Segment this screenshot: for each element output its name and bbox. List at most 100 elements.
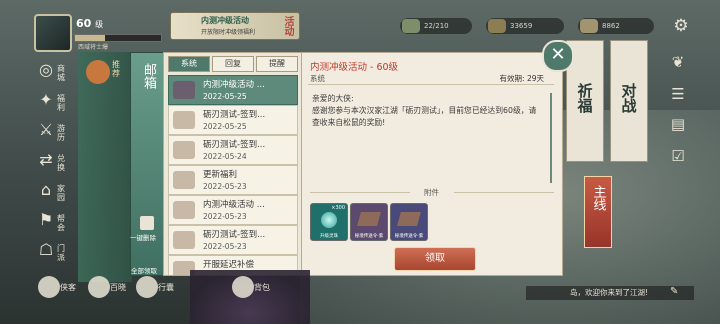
- stamina-icon: [402, 19, 420, 33]
- chat-ticker[interactable]: 岛，欢迎你来到了江湖!: [526, 286, 694, 300]
- player-level: 60 级: [76, 17, 104, 30]
- envelope-icon: [173, 81, 195, 99]
- stamina-counter[interactable]: 22/210: [400, 18, 472, 34]
- silver-icon: [580, 19, 598, 33]
- sect-icon[interactable]: ☖: [34, 238, 58, 262]
- attachment-count: ×300: [331, 205, 345, 211]
- left-decor-panel: [78, 52, 132, 282]
- event-banner[interactable]: 内测冲级活动 开放限时冲级领福利 活动: [170, 12, 300, 40]
- inventory-icon[interactable]: [232, 276, 254, 298]
- divider: [308, 84, 554, 85]
- envelope-icon: [173, 141, 195, 159]
- mail-date: 2022-05-25: [203, 122, 247, 131]
- envelope-icon: [173, 111, 195, 129]
- mail-subject: 开服延迟补偿: [203, 260, 255, 270]
- bottom-label-bag: 行囊: [158, 283, 174, 292]
- shop-icon[interactable]: ◎: [34, 58, 58, 82]
- delete-all-label: 一键删除: [130, 234, 156, 242]
- book-icon[interactable]: ▤: [668, 114, 688, 134]
- token-icon: [397, 212, 421, 226]
- bottom-label-hero: 侠客: [60, 283, 76, 292]
- player-exp-bar: [74, 34, 162, 42]
- attachment-name: 秘境传送令·紫: [394, 234, 424, 239]
- divider: [454, 192, 554, 193]
- tab-system[interactable]: 系统: [168, 56, 210, 72]
- envelope-icon: [173, 171, 195, 189]
- event-subtitle: 开放限时冲级领福利: [201, 29, 256, 36]
- banner-pray-label: 祈福: [575, 83, 594, 113]
- tab-remind[interactable]: 提醒: [256, 56, 298, 72]
- avatar[interactable]: [34, 14, 72, 52]
- mail-item-3[interactable]: 砺刃测试-签到... 2022-05-24: [168, 135, 298, 165]
- attachment-item-2[interactable]: 秘境传送令·紫: [350, 203, 388, 241]
- mail-item-4[interactable]: 更新福利 2022-05-23: [168, 165, 298, 195]
- bag-icon[interactable]: [136, 276, 158, 298]
- gift-icon[interactable]: ✦: [34, 88, 58, 112]
- mail-detail-category: 系统: [310, 74, 325, 83]
- scrollbar[interactable]: [550, 93, 552, 183]
- exchange-icon[interactable]: ⇄: [34, 148, 58, 172]
- mail-subject: 砺刃测试-签到...: [203, 140, 266, 150]
- mailbox-title: 邮箱: [141, 63, 156, 89]
- mail-subject: 更新福利: [203, 170, 238, 180]
- menu-travel-label: 游历: [57, 124, 65, 142]
- gear-icon[interactable]: ⚙: [672, 17, 690, 35]
- event-tag: 活动: [282, 16, 293, 36]
- bottom-label-inventory: 背包: [254, 283, 270, 292]
- guild-icon[interactable]: ⚑: [34, 208, 58, 232]
- travel-icon[interactable]: ⚔: [34, 118, 58, 142]
- menu-shop-label: 商城: [57, 64, 65, 82]
- bottom-label-compendium: 百晓: [110, 283, 126, 292]
- attachments-header: 附件: [310, 187, 554, 197]
- chat-icon[interactable]: ✎: [670, 286, 686, 300]
- menu-guild-label: 帮会: [57, 214, 65, 232]
- mail-list-panel: 系统 回复 提醒 内测冲级活动 ... 2022-05-25 砺刃测试-签到..…: [163, 52, 303, 276]
- silver-counter[interactable]: 8862: [578, 18, 654, 34]
- friends-icon[interactable]: ☰: [668, 84, 688, 104]
- mail-item-6[interactable]: 砺刃测试-签到... 2022-05-23: [168, 225, 298, 255]
- mail-detail-body: 亲爱的大侠: 感谢您参与本次汉家江湖「砺刃测试」，目前您已经达到60级，请查收来…: [312, 94, 537, 127]
- claim-all-button[interactable]: 全部领取: [131, 258, 163, 277]
- token-icon: [357, 212, 381, 226]
- claim-all-label: 全部领取: [131, 267, 157, 275]
- tab-reply[interactable]: 回复: [212, 56, 254, 72]
- menu-home-label: 家园: [57, 184, 65, 202]
- mail-detail-panel: 内测冲级活动 - 60级 系统 有效期: 29天 亲爱的大侠: 感谢您参与本次汉…: [301, 52, 563, 276]
- mail-item-1[interactable]: 内测冲级活动 ... 2022-05-25: [168, 75, 298, 105]
- mail-date: 2022-05-23: [203, 212, 247, 221]
- attachment-name: 秘境传送令·紫: [354, 234, 384, 239]
- attachment-name: 升级灵珠: [320, 234, 338, 239]
- close-icon[interactable]: ✕: [542, 40, 574, 72]
- attachments-label: 附件: [424, 188, 439, 197]
- banner-battle[interactable]: 对战: [610, 40, 648, 162]
- task-icon[interactable]: ☑: [668, 146, 688, 166]
- attachment-item-3[interactable]: 秘境传送令·紫: [390, 203, 428, 241]
- mail-item-5[interactable]: 内测冲级活动 ... 2022-05-23: [168, 195, 298, 225]
- mail-date: 2022-05-25: [203, 92, 247, 101]
- compendium-icon[interactable]: [88, 276, 110, 298]
- pet-icon[interactable]: ❦: [668, 52, 688, 72]
- mail-subject: 砺刃测试-签到...: [203, 110, 266, 120]
- banner-battle-label: 对战: [619, 83, 638, 113]
- mail-item-2[interactable]: 砺刃测试-签到... 2022-05-25: [168, 105, 298, 135]
- trash-icon: [140, 216, 154, 230]
- attachment-item-1[interactable]: ×300 升级灵珠: [310, 203, 348, 241]
- home-icon[interactable]: ⌂: [34, 178, 58, 202]
- mail-date: 2022-05-23: [203, 242, 247, 251]
- mail-date: 2022-05-24: [203, 152, 247, 161]
- main-quest-label: 主线: [590, 185, 606, 211]
- mail-detail-title: 内测冲级活动 - 60级: [310, 62, 399, 73]
- main-quest-button[interactable]: 主线: [584, 176, 612, 248]
- copper-counter[interactable]: 33659: [486, 18, 564, 34]
- mail-detail-expiry: 有效期: 29天: [499, 74, 544, 83]
- hero-icon[interactable]: [38, 276, 60, 298]
- envelope-icon: [173, 201, 195, 219]
- delete-all-button[interactable]: 一键删除: [130, 216, 162, 256]
- recommend-icon[interactable]: [86, 60, 110, 84]
- mail-subject: 内测冲级活动 ...: [203, 80, 265, 90]
- orb-icon: [321, 212, 337, 228]
- claim-button[interactable]: 领取: [394, 247, 476, 271]
- event-title: 内测冲级活动: [201, 16, 249, 25]
- envelope-icon: [173, 231, 195, 249]
- mail-subject: 内测冲级活动 ...: [203, 200, 265, 210]
